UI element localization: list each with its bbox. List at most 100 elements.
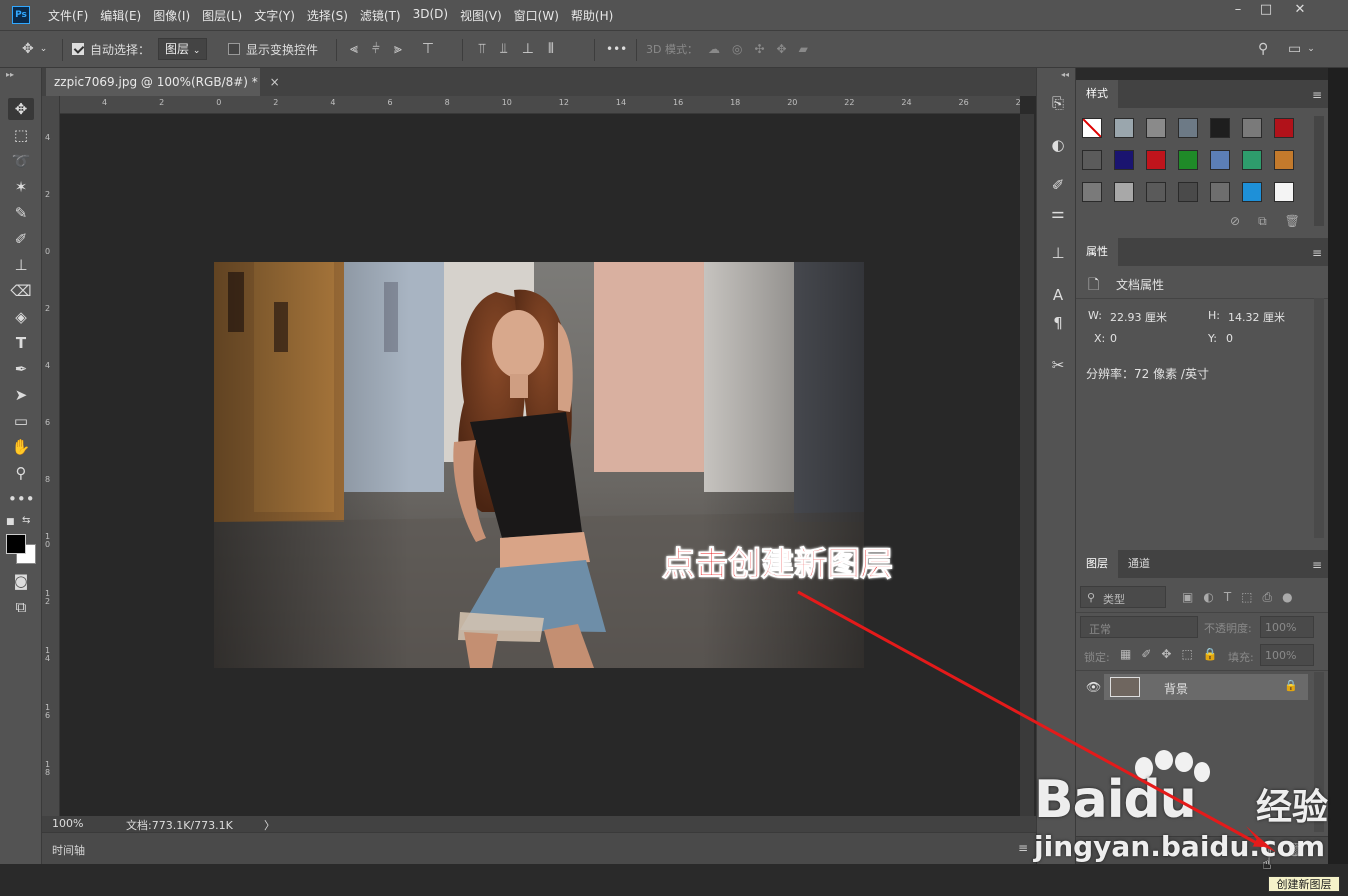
tool-presets-panel-icon[interactable]: ✂ [1047,354,1069,376]
style-swatch[interactable] [1242,150,1262,170]
style-swatch[interactable] [1210,118,1230,138]
3d-camera-icon[interactable]: ▰ [799,42,808,56]
maximize-button[interactable]: □ [1250,0,1282,22]
style-swatch[interactable] [1274,182,1294,202]
style-swatch[interactable] [1146,182,1166,202]
history-panel-icon[interactable]: ⎘ [1047,92,1069,114]
style-swatch[interactable] [1114,182,1134,202]
align-hcenter-icon[interactable]: ⫩ [372,41,380,57]
tab-properties[interactable]: 属性 [1076,238,1118,266]
lock-image-icon[interactable]: ✐ [1141,647,1151,661]
tab-layers[interactable]: 图层 [1076,550,1118,578]
filter-toggle-icon[interactable]: ● [1282,590,1292,605]
properties-scrollbar[interactable] [1314,298,1324,538]
vertical-ruler[interactable]: 4 2 0 2 4 6 8 1 0 1 2 1 4 1 6 1 8 [42,96,60,816]
paragraph-panel-icon[interactable]: ¶ [1047,312,1069,334]
menu-item[interactable]: 文件(F) [48,7,88,24]
style-swatch[interactable] [1082,182,1102,202]
x-value[interactable]: 0 [1110,332,1117,345]
document-tab[interactable]: zzpic7069.jpg @ 100%(RGB/8#) * × [46,68,280,96]
align-right-icon[interactable]: ⫸ [394,41,402,57]
default-colors-icon[interactable]: ■ [6,517,15,527]
clone-source-panel-icon[interactable]: ⊥ [1047,242,1069,264]
style-swatch[interactable] [1178,150,1198,170]
hand-tool-icon[interactable]: ✋ [8,436,34,458]
zoom-tool-icon[interactable]: ⚲ [8,462,34,484]
style-swatch[interactable] [1210,182,1230,202]
timeline-menu-icon[interactable]: ≡ [1018,841,1028,855]
filter-adjustment-icon[interactable]: ◐ [1203,590,1213,605]
timeline-tab[interactable]: 时间轴 [52,842,85,858]
layer-name[interactable]: 背景 [1164,680,1188,697]
style-swatch[interactable] [1242,118,1262,138]
3d-pan-icon[interactable]: ✣ [754,42,764,56]
move-tool-icon[interactable]: ✥ [8,98,34,120]
more-tools-icon[interactable]: ••• [8,488,35,510]
properties-sliders-icon[interactable]: ⚌ [1047,202,1069,224]
distribute-icon[interactable]: ⫴ [548,41,554,57]
swap-colors-icon[interactable]: ⇆ [22,515,30,526]
style-swatch[interactable] [1114,118,1134,138]
opacity-input[interactable]: 100% [1260,616,1314,638]
style-swatch[interactable] [1146,118,1166,138]
brush-tool-icon[interactable]: ✐ [8,228,34,250]
filter-shape-icon[interactable]: ⬚ [1241,590,1252,605]
new-style-icon[interactable]: ⧉ [1258,214,1267,229]
marquee-tool-icon[interactable]: ⬚ [8,124,34,146]
tab-close-icon[interactable]: × [270,75,280,89]
pen-tool-icon[interactable]: ✒ [8,358,34,380]
style-swatch[interactable] [1146,150,1166,170]
type-tool-icon[interactable]: T [8,332,34,354]
path-selection-tool-icon[interactable]: ➤ [8,384,34,406]
menu-item[interactable]: 视图(V) [460,7,502,24]
layers-panel-menu-icon[interactable]: ≡ [1312,558,1322,572]
style-swatch[interactable] [1082,150,1102,170]
close-button[interactable]: ✕ [1284,0,1316,22]
style-swatch[interactable] [1274,118,1294,138]
style-swatch[interactable] [1114,150,1134,170]
y-value[interactable]: 0 [1226,332,1233,345]
magic-wand-tool-icon[interactable]: ✶ [8,176,34,198]
fill-input[interactable]: 100% [1260,644,1314,666]
layer-row[interactable]: 背景 🔒 [1104,674,1308,700]
tab-styles[interactable]: 样式 [1076,80,1118,108]
quick-mask-icon[interactable]: ◙ [8,570,34,592]
auto-select-target-dropdown[interactable]: 图层 ⌄ [158,31,208,67]
menu-item[interactable]: 滤镜(T) [360,7,401,24]
menu-item[interactable]: 图层(L) [202,7,242,24]
style-swatch[interactable] [1178,182,1198,202]
horizontal-ruler[interactable]: 420246810121416182022242628 [60,96,1020,114]
zoom-level[interactable]: 100% [52,817,83,830]
document-image[interactable] [214,262,864,668]
brush-settings-panel-icon[interactable]: ✐ [1047,174,1069,196]
screen-mode-icon[interactable]: ⧉ [8,596,34,618]
menu-item[interactable]: 图像(I) [153,7,190,24]
tab-channels[interactable]: 通道 [1118,550,1160,578]
menu-item[interactable]: 窗口(W) [514,7,559,24]
vertical-scrollbar[interactable] [1020,114,1034,816]
foreground-color-swatch[interactable] [6,534,26,554]
lasso-tool-icon[interactable]: ➰ [8,150,34,172]
align-bottom-icon[interactable]: ⊥ [522,41,534,57]
align-top-edges-icon[interactable]: ⫪ [478,41,486,57]
style-swatch[interactable] [1210,150,1230,170]
layer-filter-dropdown[interactable]: ⚲ 类型 [1080,586,1166,608]
collapse-dock-icon[interactable]: ◂◂ [1061,70,1069,79]
eraser-tool-icon[interactable]: ⌫ [8,280,34,302]
align-top-icon[interactable]: ⊤ [422,41,434,57]
align-left-icon[interactable]: ⫷ [350,41,358,57]
search-icon[interactable]: ⚲ [1258,31,1268,67]
clear-style-icon[interactable]: ⊘ [1230,214,1240,229]
eyedropper-tool-icon[interactable]: ✎ [8,202,34,224]
lock-all-icon[interactable]: 🔒 [1203,647,1218,661]
height-value[interactable]: 14.32 厘米 [1228,309,1285,325]
more-options-button[interactable]: ••• [606,31,627,67]
adjustments-panel-icon[interactable]: ◐ [1047,134,1069,156]
style-swatch[interactable] [1178,118,1198,138]
menu-item[interactable]: 选择(S) [307,7,348,24]
lock-position-icon[interactable]: ✥ [1161,647,1171,661]
blend-mode-dropdown[interactable]: 正常 [1080,616,1198,638]
filter-smart-object-icon[interactable]: ⎙ [1263,590,1273,605]
show-transform-checkbox[interactable]: 显示变换控件 [228,31,318,67]
stamp-tool-icon[interactable]: ⊥ [8,254,34,276]
